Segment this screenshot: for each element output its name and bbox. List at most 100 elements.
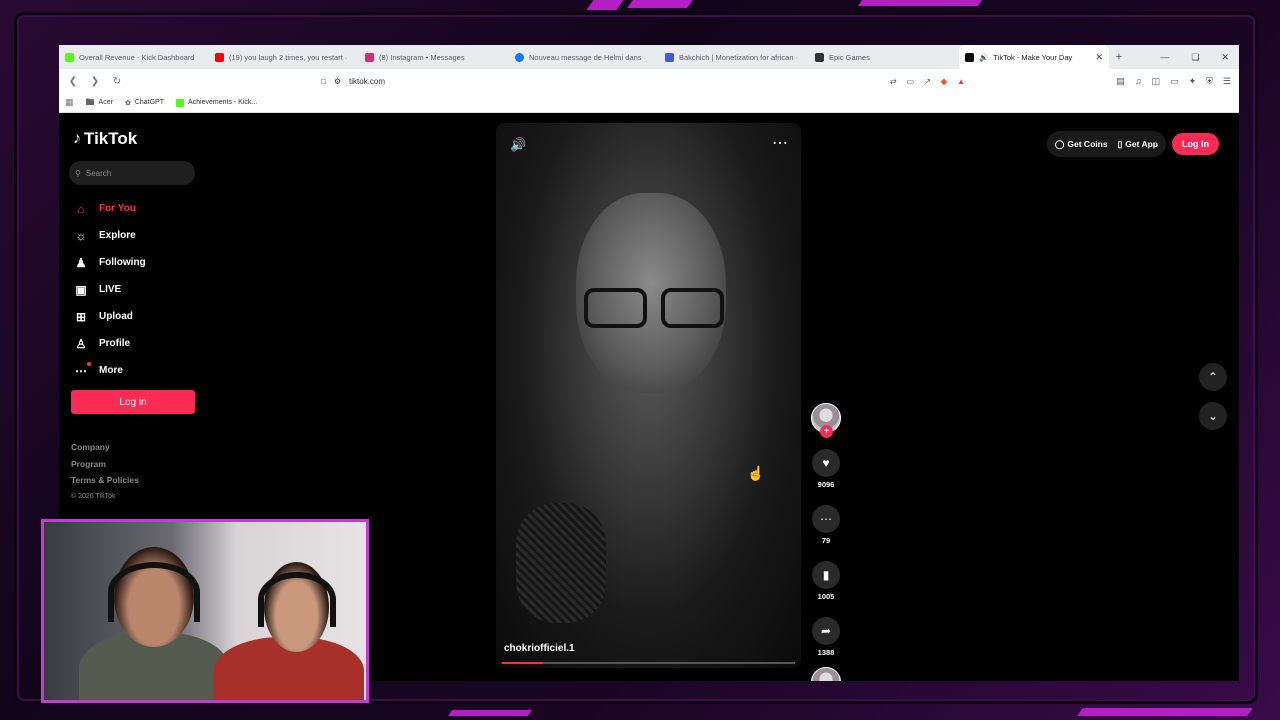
bookmark-page-icon[interactable]: □ xyxy=(321,77,326,86)
footer-link-terms[interactable]: Terms & Policies xyxy=(71,472,139,489)
tiktok-logo[interactable]: ♪ TikTok xyxy=(73,129,137,149)
comment-count: 79 xyxy=(821,536,831,545)
split-view-icon[interactable]: ◫ xyxy=(1152,76,1161,87)
bookmark-acer[interactable]: 🖿 Acer xyxy=(86,95,113,111)
back-icon[interactable]: ❮ xyxy=(67,76,79,87)
webcam-overlay xyxy=(41,519,369,703)
tab-strip: Overall Revenue - Kick Dashboard (19) yo… xyxy=(59,45,1239,69)
comment-button[interactable]: ⋯ xyxy=(812,505,840,533)
kick-icon xyxy=(65,52,74,62)
next-video-button[interactable]: ⌄ xyxy=(1199,402,1227,430)
creator-avatar[interactable]: + xyxy=(811,403,841,438)
get-app-button[interactable]: ▯ Get App xyxy=(1118,139,1158,150)
sidebar-item-live[interactable]: ▣ LIVE xyxy=(73,276,146,303)
minimize-icon[interactable]: — xyxy=(1160,52,1169,63)
search-input[interactable]: ⚲ Search xyxy=(69,161,195,185)
sidebar-item-more[interactable]: ⋯ More xyxy=(73,357,146,384)
share-button[interactable]: ➦ xyxy=(812,617,840,645)
bookmark-icon: ▮ xyxy=(822,568,830,582)
close-window-icon[interactable]: ✕ xyxy=(1221,52,1229,63)
video-player[interactable]: 🔊 ⋯ chokriofficiel.1 xyxy=(496,123,801,668)
get-coins-button[interactable]: ◯ Get Coins xyxy=(1055,139,1108,150)
top-right-actions: ◯ Get Coins ▯ Get App Log in xyxy=(1046,131,1219,157)
video-username[interactable]: chokriofficiel.1 xyxy=(504,643,575,654)
sidebar-item-for-you[interactable]: ⌂ For You xyxy=(73,195,146,222)
video-progress-bar[interactable] xyxy=(502,662,795,664)
new-tab-button[interactable]: + xyxy=(1109,51,1129,63)
footer-link-program[interactable]: Program xyxy=(71,456,139,473)
instagram-icon xyxy=(365,52,374,62)
like-count: 9096 xyxy=(817,480,835,489)
comment-icon: ⋯ xyxy=(820,512,832,526)
more-icon: ⋯ xyxy=(75,361,91,378)
sidebar-item-profile[interactable]: ♙ Profile xyxy=(73,330,146,357)
forward-icon[interactable]: ❯ xyxy=(89,76,101,87)
apps-grid-icon[interactable]: ▦ xyxy=(65,97,74,108)
share-icon[interactable]: ↗ xyxy=(924,77,931,86)
save-button[interactable]: ▮ xyxy=(812,561,840,589)
media-icon[interactable]: ♫ xyxy=(1135,76,1142,87)
tab-youtube[interactable]: (19) you laugh 2 times, you restart · xyxy=(209,45,359,69)
sidebar-icon[interactable]: ▤ xyxy=(1116,76,1125,87)
youtube-icon xyxy=(215,52,224,62)
like-button[interactable]: ♥ xyxy=(812,449,840,477)
vpn-icon[interactable]: ⛨ xyxy=(1206,76,1213,87)
browser-toolbar: ❮ ❯ ↻ □ ⚙ tiktok.com ⇄ ▭ ↗ ◆ ▲ ▤ ♫ ◫ ▭ ✦… xyxy=(59,69,1239,93)
translate-icon[interactable]: ⇄ xyxy=(890,77,897,86)
cast-icon[interactable]: ▭ xyxy=(907,77,915,86)
heart-icon: ♥ xyxy=(822,456,830,470)
save-count: 1005 xyxy=(817,592,835,601)
home-icon: ⌂ xyxy=(77,201,85,216)
sidebar-login-button[interactable]: Log in xyxy=(71,390,195,414)
tab-facebook[interactable]: Nouveau message de Helmi dans · xyxy=(509,45,659,69)
live-icon: ▣ xyxy=(75,282,87,297)
follow-plus-icon[interactable]: + xyxy=(820,425,833,438)
header-login-button[interactable]: Log in xyxy=(1172,133,1219,155)
toolbar-extensions: ▤ ♫ ◫ ▭ ✦ ⛨ ☰ xyxy=(1116,76,1231,87)
bakchich-icon xyxy=(665,52,674,62)
chevron-down-icon: ⌄ xyxy=(1207,409,1219,423)
leo-ai-icon[interactable]: ✦ xyxy=(1189,76,1197,87)
tab-bakchich[interactable]: Bakchich | Monetization for african · xyxy=(659,45,809,69)
following-icon: ♟ xyxy=(75,255,87,270)
video-progress-fill xyxy=(502,662,544,664)
address-bar[interactable]: □ ⚙ tiktok.com ⇄ ▭ ↗ ◆ ▲ xyxy=(313,72,973,90)
tiktok-logo-icon: ♪ xyxy=(73,130,81,147)
bookmark-chatgpt[interactable]: ✿ ChatGPT xyxy=(125,99,164,107)
video-subject-glasses xyxy=(584,288,724,328)
bookmarks-bar: ▦ 🖿 Acer ✿ ChatGPT Achievements - Kick..… xyxy=(59,93,1239,113)
footer-link-company[interactable]: Company xyxy=(71,439,139,456)
volume-icon[interactable]: 🔊 xyxy=(510,137,526,153)
tab-tiktok[interactable]: 🔊 TikTok - Make Your Day ✕ xyxy=(959,45,1109,69)
menu-icon[interactable]: ☰ xyxy=(1223,76,1231,87)
tab-kick-dashboard[interactable]: Overall Revenue - Kick Dashboard xyxy=(59,45,209,69)
tab-instagram[interactable]: (8) Instagram • Messages xyxy=(359,45,509,69)
sidebar-item-upload[interactable]: ⊞ Upload xyxy=(73,303,146,330)
chevron-up-icon: ⌃ xyxy=(1207,370,1219,384)
url-text[interactable]: tiktok.com xyxy=(349,77,385,86)
more-options-icon[interactable]: ⋯ xyxy=(772,133,789,153)
sidebar-item-explore[interactable]: ☼ Explore xyxy=(73,222,146,249)
previous-video-button[interactable]: ⌃ xyxy=(1199,363,1227,391)
upload-icon: ⊞ xyxy=(75,309,87,324)
tab-epic-games[interactable]: Epic Games xyxy=(809,45,959,69)
hand-cursor-icon: ☝ xyxy=(747,465,765,481)
site-info-icon[interactable]: ⚙ xyxy=(334,77,341,86)
sidebar-nav: ⌂ For You ☼ Explore ♟ Following ▣ LIVE ⊞… xyxy=(73,195,146,384)
coins-app-pill: ◯ Get Coins ▯ Get App xyxy=(1046,131,1166,157)
sidebar-item-following[interactable]: ♟ Following xyxy=(73,249,146,276)
wallet-icon[interactable]: ▭ xyxy=(1170,76,1179,87)
epic-icon xyxy=(815,52,824,62)
facebook-icon xyxy=(515,52,524,62)
bookmark-kick-achievements[interactable]: Achievements - Kick... xyxy=(176,98,257,107)
brave-rewards-icon[interactable]: ▲ xyxy=(957,77,965,86)
video-microphone xyxy=(516,503,606,623)
music-disc-avatar[interactable] xyxy=(811,667,841,681)
search-icon: ⚲ xyxy=(75,168,81,178)
speaker-icon: 🔊 xyxy=(979,52,989,62)
headset-icon xyxy=(258,572,336,627)
close-tab-icon[interactable]: ✕ xyxy=(1095,52,1103,63)
brave-shields-icon[interactable]: ◆ xyxy=(941,77,947,86)
restore-icon[interactable]: ❏ xyxy=(1191,52,1199,63)
reload-icon[interactable]: ↻ xyxy=(111,76,123,87)
